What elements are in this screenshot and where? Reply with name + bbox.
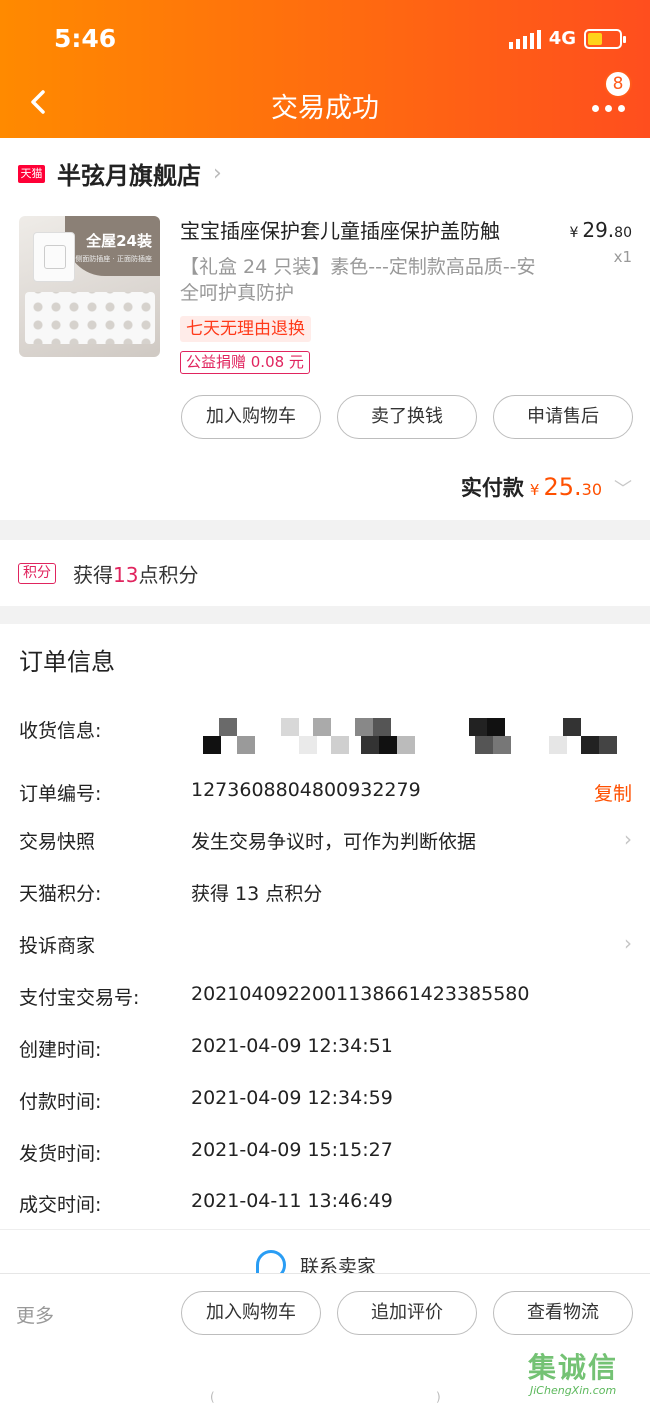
- points-text: 获得13点积分: [73, 559, 198, 588]
- price-int: 29.: [582, 218, 615, 242]
- signal-icon: [508, 29, 541, 49]
- snapshot-label: 交易快照: [19, 831, 96, 853]
- points-tag: 积分: [18, 563, 56, 584]
- page-title: 交易成功: [271, 93, 379, 124]
- covers-illustration: [25, 292, 155, 344]
- more-button[interactable]: 更多: [16, 1301, 54, 1328]
- points-prefix: 获得: [73, 563, 113, 587]
- snapshot-row[interactable]: 交易快照 发生交易争议时，可作为判断依据 ›: [19, 827, 632, 857]
- battery-icon: [584, 28, 626, 49]
- shipping-label: 收货信息:: [19, 720, 102, 742]
- shipped-value: 2021-04-09 15:15:27: [191, 1139, 393, 1161]
- alipay-row: 支付宝交易号: 2021040922001138661423385580: [19, 983, 632, 1013]
- order-info-card: 订单信息 收货信息: 订单编号: 1273608804800932279 复制 …: [0, 624, 650, 1229]
- redacted-address: [185, 718, 625, 756]
- corner-mark: ): [436, 1390, 441, 1404]
- tmall-points-label: 天猫积分:: [19, 883, 102, 905]
- chevron-right-icon: ›: [624, 931, 632, 955]
- contact-seller-bar: 联系卖家: [0, 1229, 650, 1273]
- chevron-right-icon: ›: [213, 161, 222, 186]
- chevron-down-icon: ﹀: [614, 479, 632, 500]
- created-value: 2021-04-09 12:34:51: [191, 1035, 393, 1057]
- tmall-points-value: 获得 13 点积分: [191, 883, 323, 905]
- shipped-label: 发货时间:: [19, 1143, 102, 1165]
- paid-time-row: 付款时间: 2021-04-09 12:34:59: [19, 1087, 632, 1117]
- watermark-url: JiChengXin.com: [530, 1384, 617, 1397]
- network-type: 4G: [548, 28, 576, 49]
- watermark: 集诚信 JiChengXin.com: [528, 1346, 646, 1402]
- more-dots-icon: [592, 105, 625, 112]
- store-link[interactable]: 天猫 半弦月旗舰店 ›: [18, 156, 222, 191]
- order-number-row: 订单编号: 1273608804800932279 复制: [19, 779, 632, 809]
- bottom-add-to-cart-button[interactable]: 加入购物车: [181, 1291, 321, 1335]
- charity-tag: 公益捐赠 0.08 元: [180, 351, 310, 374]
- product-spec: 【礼盒 24 只装】素色---定制款高品质--安全呵护真防护: [180, 256, 536, 304]
- order-number-label: 订单编号:: [19, 783, 102, 805]
- complain-label: 投诉商家: [19, 935, 96, 957]
- resell-button[interactable]: 卖了换钱: [337, 395, 477, 439]
- created-label: 创建时间:: [19, 1039, 102, 1061]
- product-title[interactable]: 宝宝插座保护套儿童插座保护盖防触: [180, 218, 550, 244]
- status-indicators: 4G: [508, 28, 626, 49]
- view-logistics-button[interactable]: 查看物流: [493, 1291, 633, 1335]
- product-card: 天猫 半弦月旗舰店 › 全屋24装 侧面防插座 · 正面防插座 宝宝插座保护套儿…: [0, 138, 650, 520]
- paid-label: 实付款: [460, 476, 524, 500]
- price-dec: 80: [614, 225, 632, 241]
- return-policy-tag: 七天无理由退换: [180, 316, 311, 342]
- contact-seller-button[interactable]: 联系卖家: [256, 1250, 376, 1273]
- image-text: 全屋24装: [86, 232, 152, 250]
- snapshot-value: 发生交易争议时，可作为判断依据: [191, 831, 477, 853]
- shipped-row: 发货时间: 2021-04-09 15:15:27: [19, 1139, 632, 1169]
- order-number-value: 1273608804800932279: [191, 779, 421, 801]
- copy-button[interactable]: 复制: [594, 779, 632, 806]
- tmall-points-row: 天猫积分: 获得 13 点积分: [19, 879, 632, 909]
- completed-row: 成交时间: 2021-04-11 13:46:49: [19, 1190, 632, 1220]
- complain-row[interactable]: 投诉商家 ›: [19, 931, 632, 961]
- corner-mark: (: [210, 1390, 215, 1404]
- append-review-button[interactable]: 追加评价: [337, 1291, 477, 1335]
- paid-time-label: 付款时间:: [19, 1091, 102, 1113]
- points-suffix: 点积分: [138, 563, 199, 587]
- store-name: 半弦月旗舰店: [57, 162, 201, 190]
- add-to-cart-button[interactable]: 加入购物车: [181, 395, 321, 439]
- order-info-title: 订单信息: [19, 648, 115, 676]
- contact-seller-label: 联系卖家: [300, 1255, 377, 1274]
- created-row: 创建时间: 2021-04-09 12:34:51: [19, 1035, 632, 1065]
- alipay-value: 2021040922001138661423385580: [191, 983, 530, 1005]
- image-subtext: 侧面防插座 · 正面防插座: [75, 255, 152, 263]
- alipay-label: 支付宝交易号:: [19, 987, 140, 1009]
- product-price: ¥29.80: [569, 218, 632, 242]
- product-image[interactable]: 全屋24装 侧面防插座 · 正面防插座: [19, 216, 160, 357]
- socket-illustration: [33, 232, 75, 282]
- product-quantity: x1: [613, 248, 632, 266]
- tmall-logo-icon: 天猫: [18, 164, 45, 183]
- watermark-text: 集诚信: [528, 1351, 619, 1384]
- paid-amount-row[interactable]: 实付款 ¥25.30 ﹀: [461, 472, 632, 502]
- paid-dec: 30: [581, 480, 602, 499]
- status-time: 5:46: [54, 24, 117, 53]
- paid-time-value: 2021-04-09 12:34:59: [191, 1087, 393, 1109]
- price-currency: ¥: [569, 225, 579, 241]
- points-card: 积分 获得13点积分: [0, 540, 650, 606]
- points-count: 13: [113, 563, 139, 587]
- message-badge: 8: [604, 70, 632, 98]
- completed-label: 成交时间:: [19, 1194, 102, 1216]
- top-header: 5:46 4G 交易成功 8: [0, 0, 650, 138]
- paid-currency: ¥: [529, 481, 540, 499]
- paid-amount: ¥25.30: [530, 473, 602, 501]
- completed-value: 2021-04-11 13:46:49: [191, 1190, 393, 1212]
- after-sales-button[interactable]: 申请售后: [493, 395, 633, 439]
- paid-int: 25.: [543, 473, 582, 501]
- chevron-right-icon: ›: [624, 827, 632, 851]
- chat-icon: [256, 1250, 286, 1273]
